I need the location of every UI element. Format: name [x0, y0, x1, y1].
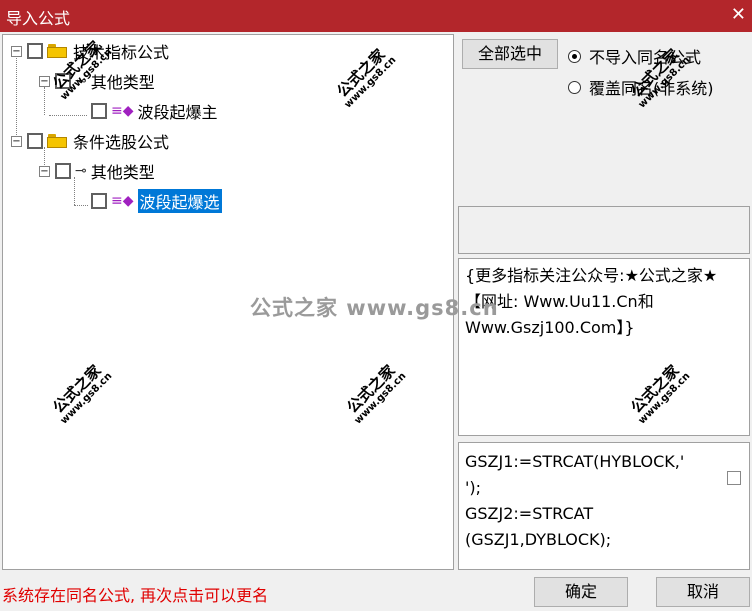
tree-node-label: 波段起爆选: [137, 189, 222, 213]
tree-checkbox[interactable]: [27, 133, 43, 149]
cancel-button[interactable]: 取消: [656, 577, 750, 607]
tree-node-label: 其他类型: [90, 163, 155, 182]
radio-unselected-icon[interactable]: [568, 80, 581, 94]
formula-gem-icon: ≡◆: [111, 103, 134, 119]
tree-node-label: 条件选股公式: [73, 133, 170, 152]
tree-checkbox[interactable]: [55, 163, 71, 179]
tree-node-formula-leaf[interactable]: ≡◆ 波段起爆主: [91, 99, 218, 123]
tree-node-other-type[interactable]: − ⊸ 其他类型: [39, 69, 155, 93]
status-message: 系统存在同名公式, 再次点击可以更名: [2, 586, 269, 605]
tree-checkbox[interactable]: [91, 103, 107, 119]
collapse-icon[interactable]: −: [39, 165, 50, 177]
formula-gem-icon: ≡◆: [111, 193, 134, 209]
tree-node-label: 波段起爆主: [137, 103, 218, 122]
collapse-icon[interactable]: −: [39, 75, 50, 87]
formula-code: GSZJ1:=STRCAT(HYBLOCK,' '); GSZJ2:=STRCA…: [465, 452, 685, 549]
tree-node-indicator-formulas[interactable]: − 技术指标公式: [11, 39, 169, 63]
window-title: 导入公式: [6, 9, 71, 28]
radio-overwrite[interactable]: 覆盖同名(非系统): [568, 75, 714, 99]
collapse-icon[interactable]: −: [11, 45, 22, 57]
tree-connector: [49, 115, 87, 116]
empty-field: [458, 206, 750, 254]
tree-checkbox[interactable]: [55, 73, 71, 89]
title-bar: 导入公式 ✕: [0, 0, 752, 32]
code-checkbox[interactable]: [727, 471, 741, 485]
close-icon[interactable]: ✕: [731, 4, 746, 25]
folder-icon: [47, 44, 67, 58]
tree-checkbox[interactable]: [27, 43, 43, 59]
radio-no-import[interactable]: 不导入同名公式: [568, 44, 701, 68]
key-icon: ⊸: [75, 163, 87, 179]
tree-node-stock-selection-formulas[interactable]: − 条件选股公式: [11, 129, 169, 153]
tree-node-label: 其他类型: [90, 73, 155, 92]
tree-node-label: 技术指标公式: [73, 43, 170, 62]
folder-icon: [47, 134, 67, 148]
tree-connector: [74, 205, 88, 206]
radio-selected-icon[interactable]: [568, 49, 581, 63]
info-box: {更多指标关注公众号:★公式之家★ 【网址: Www.Uu11.Cn和Www.G…: [458, 258, 750, 436]
radio-label: 覆盖同名(非系统): [589, 79, 714, 98]
tree-checkbox[interactable]: [91, 193, 107, 209]
ok-button[interactable]: 确定: [534, 577, 628, 607]
tree-node-formula-leaf-selected[interactable]: ≡◆ 波段起爆选: [91, 189, 222, 213]
formula-tree[interactable]: − 技术指标公式 − ⊸ 其他类型 ≡◆ 波段起爆主 − 条件选股公式 − ⊸ …: [2, 34, 454, 570]
info-text: {更多指标关注公众号:★公式之家★ 【网址: Www.Uu11.Cn和Www.G…: [465, 266, 718, 337]
tree-node-other-type[interactable]: − ⊸ 其他类型: [39, 159, 155, 183]
select-all-button[interactable]: 全部选中: [462, 39, 558, 69]
code-box: GSZJ1:=STRCAT(HYBLOCK,' '); GSZJ2:=STRCA…: [458, 442, 750, 570]
collapse-icon[interactable]: −: [11, 135, 22, 147]
key-icon: ⊸: [75, 73, 87, 89]
radio-label: 不导入同名公式: [589, 48, 702, 67]
